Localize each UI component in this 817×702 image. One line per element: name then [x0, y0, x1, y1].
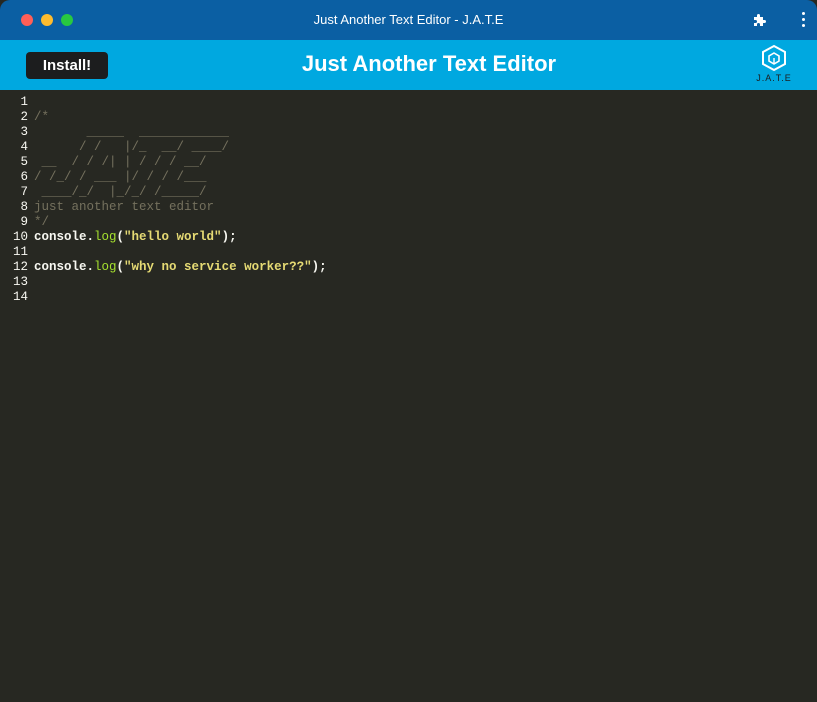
- window-title: Just Another Text Editor - J.A.T.E: [313, 12, 504, 27]
- line-code: console.log("hello world");: [34, 230, 237, 245]
- kebab-menu-icon[interactable]: [798, 12, 808, 29]
- editor-line[interactable]: 4 / / |/_ __/ ____/: [0, 140, 327, 155]
- editor-line[interactable]: 11: [0, 245, 327, 260]
- code-token: "hello world": [124, 230, 222, 244]
- app-navbar: Install! Just Another Text Editor J.A.T.…: [0, 40, 817, 90]
- editor-line[interactable]: 14: [0, 290, 327, 305]
- line-code: */: [34, 215, 49, 230]
- line-code: / /_/ / ___ |/ / / /___: [34, 170, 207, 185]
- line-number: 13: [12, 275, 28, 289]
- line-code: ____/_/ |_/_/ /_____/: [34, 185, 207, 200]
- code-token: console.: [34, 260, 95, 274]
- editor-line[interactable]: 5 __ / / /| | / / / __/: [0, 155, 327, 170]
- code-token: just another text editor: [34, 200, 215, 214]
- editor-line[interactable]: 1: [0, 95, 327, 110]
- code-token: (: [116, 230, 125, 244]
- logo-text: J.A.T.E: [756, 73, 792, 83]
- line-number: 10: [12, 230, 28, 244]
- code-editor[interactable]: 1 2/* 3 _____ ____________ 4 / / |/_ __/ __…: [0, 90, 817, 702]
- line-number: 5: [20, 155, 28, 169]
- editor-line[interactable]: 9 */: [0, 215, 327, 230]
- editor-line[interactable]: 12 console.log("why no service worker??")…: [0, 260, 327, 275]
- code-token: console.: [34, 230, 95, 244]
- line-code: /*: [34, 110, 49, 125]
- editor-line[interactable]: 3 _____ ____________: [0, 125, 327, 140]
- app-logo: J.A.T.E: [752, 44, 796, 90]
- code-token: log: [94, 230, 117, 244]
- line-number: 12: [12, 260, 28, 274]
- code-token: (: [116, 260, 125, 274]
- code-token: _____ ____________: [34, 125, 230, 139]
- editor-line[interactable]: 13: [0, 275, 327, 290]
- code-token: "why no service worker??": [124, 260, 312, 274]
- line-code: / / |/_ __/ ____/: [34, 140, 229, 155]
- window-titlebar: Just Another Text Editor - J.A.T.E: [0, 0, 817, 40]
- code-token: ____/_/ |_/_/ /_____/: [34, 185, 207, 199]
- editor-line[interactable]: 2 /*: [0, 110, 327, 125]
- code-token: / /_/ / ___ |/ / / /___: [34, 170, 207, 184]
- line-number: 6: [20, 170, 28, 184]
- editor-line[interactable]: 7 ____/_/ |_/_/ /_____/: [0, 185, 327, 200]
- line-code: just another text editor: [34, 200, 214, 215]
- line-number: 4: [20, 140, 28, 154]
- code-token: */: [34, 215, 50, 229]
- line-number: 2: [20, 110, 28, 124]
- line-number: 9: [20, 215, 28, 229]
- line-code: _____ ____________: [34, 125, 230, 140]
- cube-logo-icon: [762, 44, 786, 72]
- editor-lines: 1 2/* 3 _____ ____________ 4 / / |/_ __/ __…: [0, 95, 327, 305]
- line-code: __ / / /| | / / / __/: [34, 155, 207, 170]
- line-code: console.log("why no service worker??");: [34, 260, 327, 275]
- code-token: );: [311, 260, 327, 274]
- editor-line[interactable]: 8 just another text editor: [0, 200, 327, 215]
- code-token: log: [94, 260, 117, 274]
- code-token: / / |/_ __/ ____/: [34, 140, 230, 154]
- line-number: 14: [12, 290, 28, 304]
- line-number: 11: [12, 245, 28, 259]
- editor-line[interactable]: 6 / /_/ / ___ |/ / / /___: [0, 170, 327, 185]
- line-number: 8: [20, 200, 28, 214]
- line-number: 7: [20, 185, 28, 199]
- app-title: Just Another Text Editor: [301, 51, 557, 76]
- code-token: );: [221, 230, 237, 244]
- line-number: 1: [20, 95, 28, 109]
- puzzle-piece-icon[interactable]: [752, 12, 768, 28]
- code-token: __ / / /| | / / / __/: [34, 155, 207, 169]
- line-number: 3: [20, 125, 28, 139]
- editor-line[interactable]: 10 console.log("hello world");: [0, 230, 327, 245]
- code-token: /*: [34, 110, 50, 124]
